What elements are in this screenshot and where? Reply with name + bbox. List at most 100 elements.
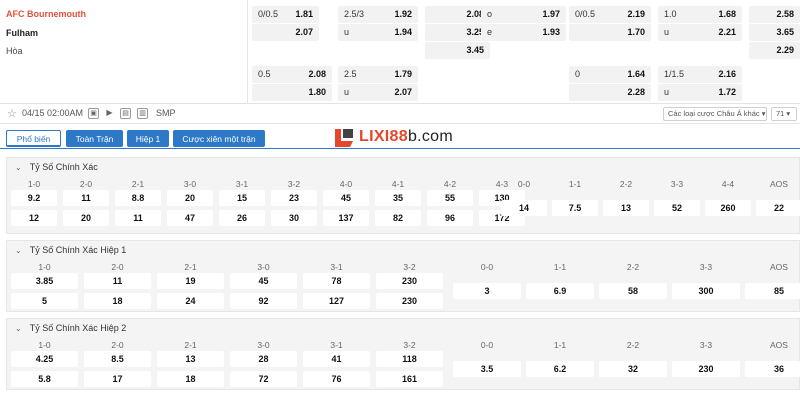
score-odds-cell[interactable]: 26 <box>219 210 265 226</box>
score-odds-cell[interactable]: 47 <box>167 210 213 226</box>
odds-cell[interactable]: o 1.97 <box>481 6 566 23</box>
score-odds-cell[interactable]: 127 <box>303 293 370 309</box>
odds-cell[interactable]: 2.5 1.79 <box>338 66 418 83</box>
score-odds-cell[interactable]: 5 <box>11 293 78 309</box>
odds-cell[interactable]: 2.29 <box>749 42 800 59</box>
odds-cell[interactable]: 3.45 <box>425 42 490 59</box>
tab-first-half[interactable]: Hiệp 1 <box>127 130 169 147</box>
play-icon[interactable]: ▶ <box>104 108 115 119</box>
score-odds-cell[interactable]: 45 <box>323 190 369 206</box>
draw-score-odds-cell[interactable]: 3.5 <box>453 361 521 377</box>
score-odds-cell[interactable]: 9.2 <box>11 190 57 206</box>
score-odds-cell[interactable]: 8.8 <box>115 190 161 206</box>
smp-button[interactable]: SMP <box>156 108 176 118</box>
odds-cell[interactable]: 2.28 <box>569 84 651 101</box>
score-odds-cell[interactable]: 76 <box>303 371 370 387</box>
score-odds-cell[interactable]: 19 <box>157 273 224 289</box>
score-odds-cell[interactable]: 20 <box>63 210 109 226</box>
score-odds-cell[interactable]: 24 <box>157 293 224 309</box>
score-odds-cell[interactable]: 18 <box>157 371 224 387</box>
section-title[interactable]: ⌄ Tỷ Số Chính Xác <box>15 162 98 172</box>
score-odds-cell[interactable]: 23 <box>271 190 317 206</box>
score-odds-cell[interactable]: 3.85 <box>11 273 78 289</box>
draw-score-odds-cell[interactable]: 230 <box>672 361 740 377</box>
draw-score-odds-cell[interactable]: 13 <box>603 200 649 216</box>
odds-cell[interactable]: 2.5/3 1.92 <box>338 6 418 23</box>
draw-score-odds-cell[interactable]: 7.5 <box>552 200 598 216</box>
score-odds-cell[interactable]: 20 <box>167 190 213 206</box>
odds-cell[interactable]: 1.70 <box>569 24 651 41</box>
board-icon[interactable]: ▤ <box>120 108 131 119</box>
odds-cell[interactable]: 0 1.64 <box>569 66 651 83</box>
draw-score-odds-cell[interactable]: 85 <box>745 283 800 299</box>
odds-cell[interactable]: 2.58 <box>749 6 800 23</box>
draw-score-odds-cell[interactable]: 300 <box>672 283 740 299</box>
chevron-down-icon[interactable]: ⌄ <box>15 246 22 255</box>
away-team-name[interactable]: Fulham <box>6 28 38 38</box>
chart-icon[interactable]: ▥ <box>137 108 148 119</box>
draw-score-odds-cell[interactable]: 22 <box>756 200 800 216</box>
draw-score-odds-cell[interactable]: 32 <box>599 361 667 377</box>
odds-cell[interactable]: u 2.07 <box>338 84 418 101</box>
score-odds-cell[interactable]: 230 <box>376 273 443 289</box>
market-count-select[interactable]: 71 ▾ <box>771 107 797 121</box>
odds-cell[interactable]: 2.07 <box>252 24 319 41</box>
score-odds-cell[interactable]: 12 <box>11 210 57 226</box>
score-odds-cell[interactable]: 35 <box>375 190 421 206</box>
odds-cell[interactable]: u 1.94 <box>338 24 418 41</box>
odds-cell[interactable]: 1.80 <box>252 84 332 101</box>
draw-score-odds-cell[interactable]: 6.2 <box>526 361 594 377</box>
odds-cell[interactable]: u 1.72 <box>658 84 742 101</box>
score-odds-cell[interactable]: 4.25 <box>11 351 78 367</box>
draw-score-odds-cell[interactable]: 52 <box>654 200 700 216</box>
score-odds-cell[interactable]: 5.8 <box>11 371 78 387</box>
odds-cell[interactable]: 0/0.5 1.81 <box>252 6 319 23</box>
score-odds-cell[interactable]: 11 <box>84 273 151 289</box>
draw-score-odds-cell[interactable]: 3 <box>453 283 521 299</box>
odds-cell[interactable]: e 1.93 <box>481 24 566 41</box>
odds-cell[interactable]: 3.65 <box>749 24 800 41</box>
score-odds-cell[interactable]: 11 <box>115 210 161 226</box>
score-odds-cell[interactable]: 18 <box>84 293 151 309</box>
tab-full-match[interactable]: Toàn Trận <box>66 130 123 147</box>
chevron-down-icon[interactable]: ⌄ <box>15 163 22 172</box>
score-odds-cell[interactable]: 17 <box>84 371 151 387</box>
draw-score-odds-cell[interactable]: 58 <box>599 283 667 299</box>
odds-cell[interactable]: 0.5 2.08 <box>252 66 332 83</box>
odds-cell[interactable]: 1/1.5 2.16 <box>658 66 742 83</box>
draw-score-odds-cell[interactable]: 36 <box>745 361 800 377</box>
draw-score-odds-cell[interactable]: 260 <box>705 200 751 216</box>
tab-same-game-parlay[interactable]: Cược xiên một trận <box>173 130 265 147</box>
section-title[interactable]: ⌄ Tỷ Số Chính Xác Hiệp 1 <box>15 245 126 255</box>
score-odds-cell[interactable]: 230 <box>376 293 443 309</box>
draw-score-odds-cell[interactable]: 6.9 <box>526 283 594 299</box>
score-odds-cell[interactable]: 28 <box>230 351 297 367</box>
score-odds-cell[interactable]: 13 <box>157 351 224 367</box>
odds-cell[interactable]: u 2.21 <box>658 24 742 41</box>
odds-type-select[interactable]: Các loại cược Châu Á khác ▾ <box>663 107 767 121</box>
stats-calendar-icon[interactable]: ▣ <box>88 108 99 119</box>
score-odds-cell[interactable]: 161 <box>376 371 443 387</box>
score-odds-cell[interactable]: 137 <box>323 210 369 226</box>
odds-cell[interactable]: 1.0 1.68 <box>658 6 742 23</box>
score-odds-cell[interactable]: 78 <box>303 273 370 289</box>
score-odds-cell[interactable]: 30 <box>271 210 317 226</box>
score-odds-cell[interactable]: 82 <box>375 210 421 226</box>
score-odds-cell[interactable]: 11 <box>63 190 109 206</box>
score-odds-cell[interactable]: 55 <box>427 190 473 206</box>
score-odds-cell[interactable]: 92 <box>230 293 297 309</box>
section-title[interactable]: ⌄ Tỷ Số Chính Xác Hiệp 2 <box>15 323 126 333</box>
score-odds-cell[interactable]: 8.5 <box>84 351 151 367</box>
score-odds-cell[interactable]: 96 <box>427 210 473 226</box>
score-odds-cell[interactable]: 41 <box>303 351 370 367</box>
chevron-down-icon[interactable]: ⌄ <box>15 324 22 333</box>
odds-cell[interactable]: 0/0.5 2.19 <box>569 6 651 23</box>
draw-score-odds-cell[interactable]: 14 <box>501 200 547 216</box>
score-odds-cell[interactable]: 15 <box>219 190 265 206</box>
favorite-star-icon[interactable]: ☆ <box>7 107 17 120</box>
score-odds-cell[interactable]: 45 <box>230 273 297 289</box>
home-team-name[interactable]: AFC Bournemouth <box>6 9 86 19</box>
tab-popular[interactable]: Phổ biến <box>6 130 61 147</box>
score-odds-cell[interactable]: 72 <box>230 371 297 387</box>
score-odds-cell[interactable]: 118 <box>376 351 443 367</box>
